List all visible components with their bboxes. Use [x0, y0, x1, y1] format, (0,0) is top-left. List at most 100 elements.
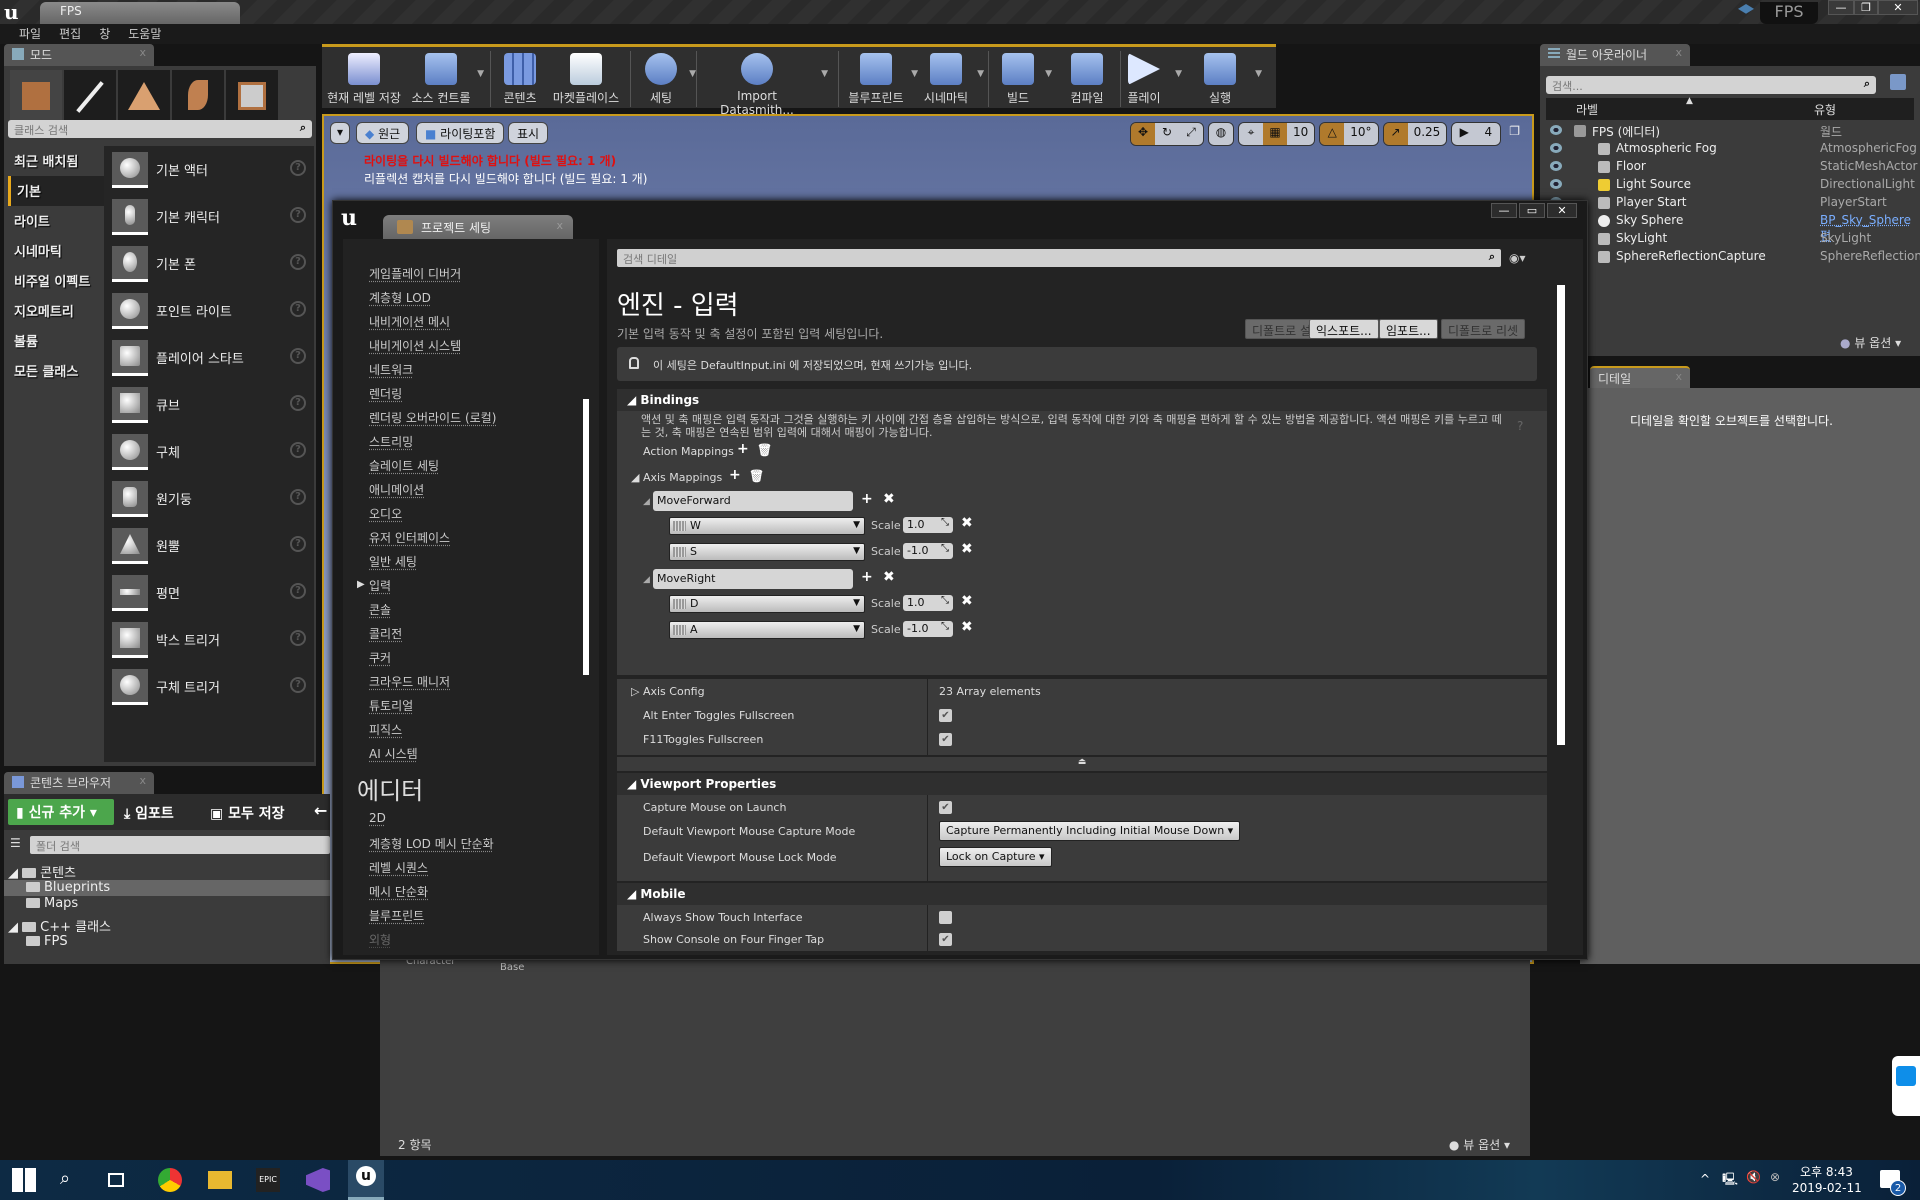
nav-appearance[interactable]: 외형 — [369, 931, 391, 948]
axis-name-field[interactable]: MoveForward — [653, 491, 853, 511]
nav-input[interactable]: 입력 — [369, 577, 391, 594]
nav-scrollbar[interactable] — [583, 399, 589, 675]
scale-field[interactable]: 1.0 ⤡ — [903, 517, 953, 533]
nav-gameplay-debugger[interactable]: 게임플레이 디버거 — [369, 265, 461, 282]
help-icon[interactable]: ? — [290, 489, 306, 505]
nav-navigation-system[interactable]: 내비게이션 시스템 — [369, 337, 461, 354]
nav-hlod[interactable]: 계층형 LOD — [369, 289, 431, 306]
translate-icon[interactable]: ✥ — [1131, 123, 1155, 145]
collapse-sources-icon[interactable]: ☰ — [10, 836, 21, 850]
key-select[interactable]: S ▼ — [669, 543, 865, 561]
restore-button[interactable]: ❐ — [1854, 0, 1878, 15]
asset-label[interactable]: Base — [500, 962, 524, 973]
file-explorer-icon[interactable] — [208, 1171, 232, 1189]
folder-search-input[interactable]: 폴더 검색 — [30, 836, 330, 854]
task-view-icon[interactable] — [108, 1173, 124, 1187]
close-icon[interactable]: x — [1675, 46, 1682, 59]
teamviewer-widget[interactable] — [1892, 1056, 1920, 1116]
column-divider[interactable] — [927, 795, 928, 881]
epic-games-icon[interactable]: EPIC — [256, 1168, 280, 1192]
add-axis-icon[interactable]: + — [729, 467, 741, 483]
launch-button[interactable]: 실행 ▼ — [1200, 51, 1262, 107]
category-basic[interactable]: 기본 — [8, 176, 104, 206]
collapse-section-icon[interactable]: ⏏ — [617, 757, 1547, 771]
nav-console[interactable]: 콘솔 — [369, 601, 391, 618]
scale-snap-icon[interactable]: ↗ — [1383, 123, 1408, 145]
import-button[interactable]: ⤓ 임포트 — [124, 803, 174, 823]
visibility-eye-icon[interactable] — [1550, 179, 1562, 189]
show-button[interactable]: 표시 — [508, 122, 549, 144]
scale-field[interactable]: -1.0 ⤡ — [903, 621, 953, 637]
network-icon[interactable]: 🖳 — [1722, 1170, 1738, 1191]
help-icon[interactable]: ? — [290, 348, 306, 364]
viewport-options-button[interactable]: ▾ — [330, 122, 351, 144]
clock-time[interactable]: 오후 8:43 — [1800, 1163, 1853, 1180]
visibility-eye-icon[interactable] — [1550, 125, 1562, 135]
nav-level-sequence[interactable]: 레벨 시퀀스 — [369, 859, 428, 876]
nav-navigation-mesh[interactable]: 내비게이션 메시 — [369, 313, 450, 330]
outliner-row[interactable]: SphereReflectionCapture SphereReflectionC — [1546, 248, 1920, 266]
axis-name-field[interactable]: MoveRight — [653, 569, 853, 589]
close-button[interactable]: ✕ — [1547, 203, 1577, 218]
close-button[interactable]: ✕ — [1878, 0, 1918, 15]
visual-studio-icon[interactable] — [306, 1168, 330, 1192]
surface-snap-icon[interactable]: ⌖ — [1239, 123, 1263, 145]
details-scrollbar[interactable] — [1557, 285, 1565, 745]
axis-config-row[interactable]: ▷ Axis Config — [631, 685, 705, 698]
list-item[interactable]: 구체 트리거? — [104, 663, 314, 710]
details-tab[interactable]: 디테일 x — [1590, 366, 1690, 388]
list-item[interactable]: 기본 액터? — [104, 146, 314, 193]
tree-item[interactable]: Maps — [26, 896, 78, 912]
remove-key-icon[interactable]: ✖ — [961, 593, 973, 609]
back-arrow-icon[interactable]: ← — [314, 801, 327, 820]
camera-speed-value[interactable]: 4 — [1476, 123, 1501, 145]
place-mode-button[interactable] — [10, 70, 62, 122]
add-action-icon[interactable]: + — [737, 441, 749, 457]
list-item[interactable]: 기본 폰? — [104, 240, 314, 287]
scale-icon[interactable]: ⤢ — [1179, 123, 1203, 145]
content-browser-tab[interactable]: 콘텐츠 브라우저 x — [4, 772, 154, 794]
scale-field[interactable]: -1.0 ⤡ — [903, 543, 953, 559]
tree-item[interactable]: ◢ C++ 클래스 — [8, 916, 111, 935]
minimize-button[interactable]: — — [1828, 0, 1854, 15]
touch-interface-checkbox[interactable] — [939, 911, 952, 924]
visibility-eye-icon[interactable] — [1550, 143, 1562, 153]
asset-view-options-button[interactable]: ● 뷰 옵션 ▾ — [1449, 1136, 1510, 1153]
category-recent[interactable]: 최근 배치됨 — [8, 146, 104, 176]
list-item[interactable]: 기본 캐릭터? — [104, 193, 314, 240]
help-icon[interactable]: ? — [290, 442, 306, 458]
menu-help[interactable]: 도움말 — [119, 24, 170, 44]
export-button[interactable]: 익스포트... — [1309, 319, 1379, 339]
maximize-button[interactable]: ▭ — [1519, 203, 1545, 218]
help-icon[interactable]: ? — [290, 395, 306, 411]
outliner-row[interactable]: SkyLight SkyLight — [1546, 230, 1914, 248]
perspective-button[interactable]: ◆ 원근 — [356, 122, 410, 144]
nav-crowd-manager[interactable]: 크라우드 매니저 — [369, 673, 450, 690]
tray-expand-icon[interactable]: ^ — [1700, 1172, 1710, 1186]
remove-key-icon[interactable]: ✖ — [961, 619, 973, 635]
cinematics-button[interactable]: 시네마틱 ▼ — [918, 51, 984, 107]
help-icon[interactable]: ? — [290, 536, 306, 552]
list-item[interactable]: 원뿔? — [104, 522, 314, 569]
trash-icon[interactable]: 🗑 — [757, 443, 772, 457]
trash-icon[interactable]: 🗑 — [749, 469, 764, 483]
type-column-header[interactable]: 유형 — [1814, 101, 1836, 118]
category-geometry[interactable]: 지오메트리 — [8, 296, 104, 326]
collapse-arrow-icon[interactable]: ◢ — [643, 497, 650, 507]
search-icon[interactable]: ⌕ — [60, 1168, 84, 1192]
nav-2d[interactable]: 2D — [369, 811, 386, 825]
outliner-row[interactable]: Player Start PlayerStart — [1546, 194, 1914, 212]
build-button[interactable]: 빌드 ▼ — [994, 51, 1052, 107]
level-tab[interactable]: FPS — [40, 2, 240, 24]
marketplace-button[interactable]: 마켓플레이스 — [548, 51, 624, 107]
outliner-row[interactable]: Atmospheric Fog AtmosphericFog — [1546, 140, 1917, 158]
visibility-eye-icon[interactable] — [1550, 161, 1562, 171]
nav-general-settings[interactable]: 일반 세팅 — [369, 553, 417, 570]
menu-window[interactable]: 창 — [90, 24, 119, 44]
help-icon[interactable]: ? — [290, 160, 306, 176]
camera-speed-icon[interactable]: ▶ — [1452, 123, 1477, 145]
class-search-input[interactable]: 클래스 검색 ⌕ — [8, 120, 312, 138]
content-button[interactable]: 콘텐츠 — [496, 51, 544, 107]
landscape-mode-button[interactable] — [118, 70, 170, 122]
list-item[interactable]: 박스 트리거? — [104, 616, 314, 663]
